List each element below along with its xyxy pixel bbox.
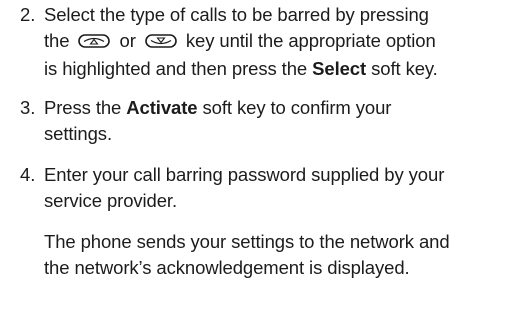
step-text: Press the Activate soft key to confirm y…: [44, 95, 511, 147]
step-line: the or key until the appropriate option: [44, 28, 511, 56]
text-fragment: or: [119, 30, 136, 51]
text-fragment: is highlighted and then press the: [44, 58, 308, 79]
text-fragment: Press the: [44, 97, 122, 118]
step-line: is highlighted and then press the Select…: [44, 56, 511, 82]
manual-page: 2. Select the type of calls to be barred…: [0, 0, 511, 312]
step-line: settings.: [44, 123, 112, 144]
step-line: Press the Activate soft key to confirm y…: [44, 95, 511, 121]
step-text: Select the type of calls to be barred by…: [44, 2, 511, 82]
text-fragment: key until the appropriate option: [185, 30, 436, 51]
select-softkey-label: Select: [312, 58, 367, 79]
step-number: 2.: [20, 4, 36, 25]
step-number: 4.: [20, 164, 36, 185]
down-arrow-key-icon: [145, 30, 177, 56]
step-line: Enter your call barring password supplie…: [44, 164, 445, 185]
result-note: The phone sends your settings to the net…: [44, 229, 510, 281]
text-fragment: soft key to confirm your: [202, 97, 392, 118]
step-line: service provider.: [44, 190, 177, 211]
note-line: The phone sends your settings to the net…: [44, 231, 450, 252]
step-text: Enter your call barring password supplie…: [44, 162, 511, 214]
text-fragment: soft key.: [371, 58, 438, 79]
up-arrow-key-icon: [78, 30, 111, 56]
text-fragment: the: [44, 30, 70, 51]
activate-softkey-label: Activate: [126, 97, 198, 118]
note-line: the network’s acknowledgement is display…: [44, 257, 410, 278]
step-line: Select the type of calls to be barred by…: [44, 4, 429, 25]
step-number: 3.: [20, 97, 36, 118]
